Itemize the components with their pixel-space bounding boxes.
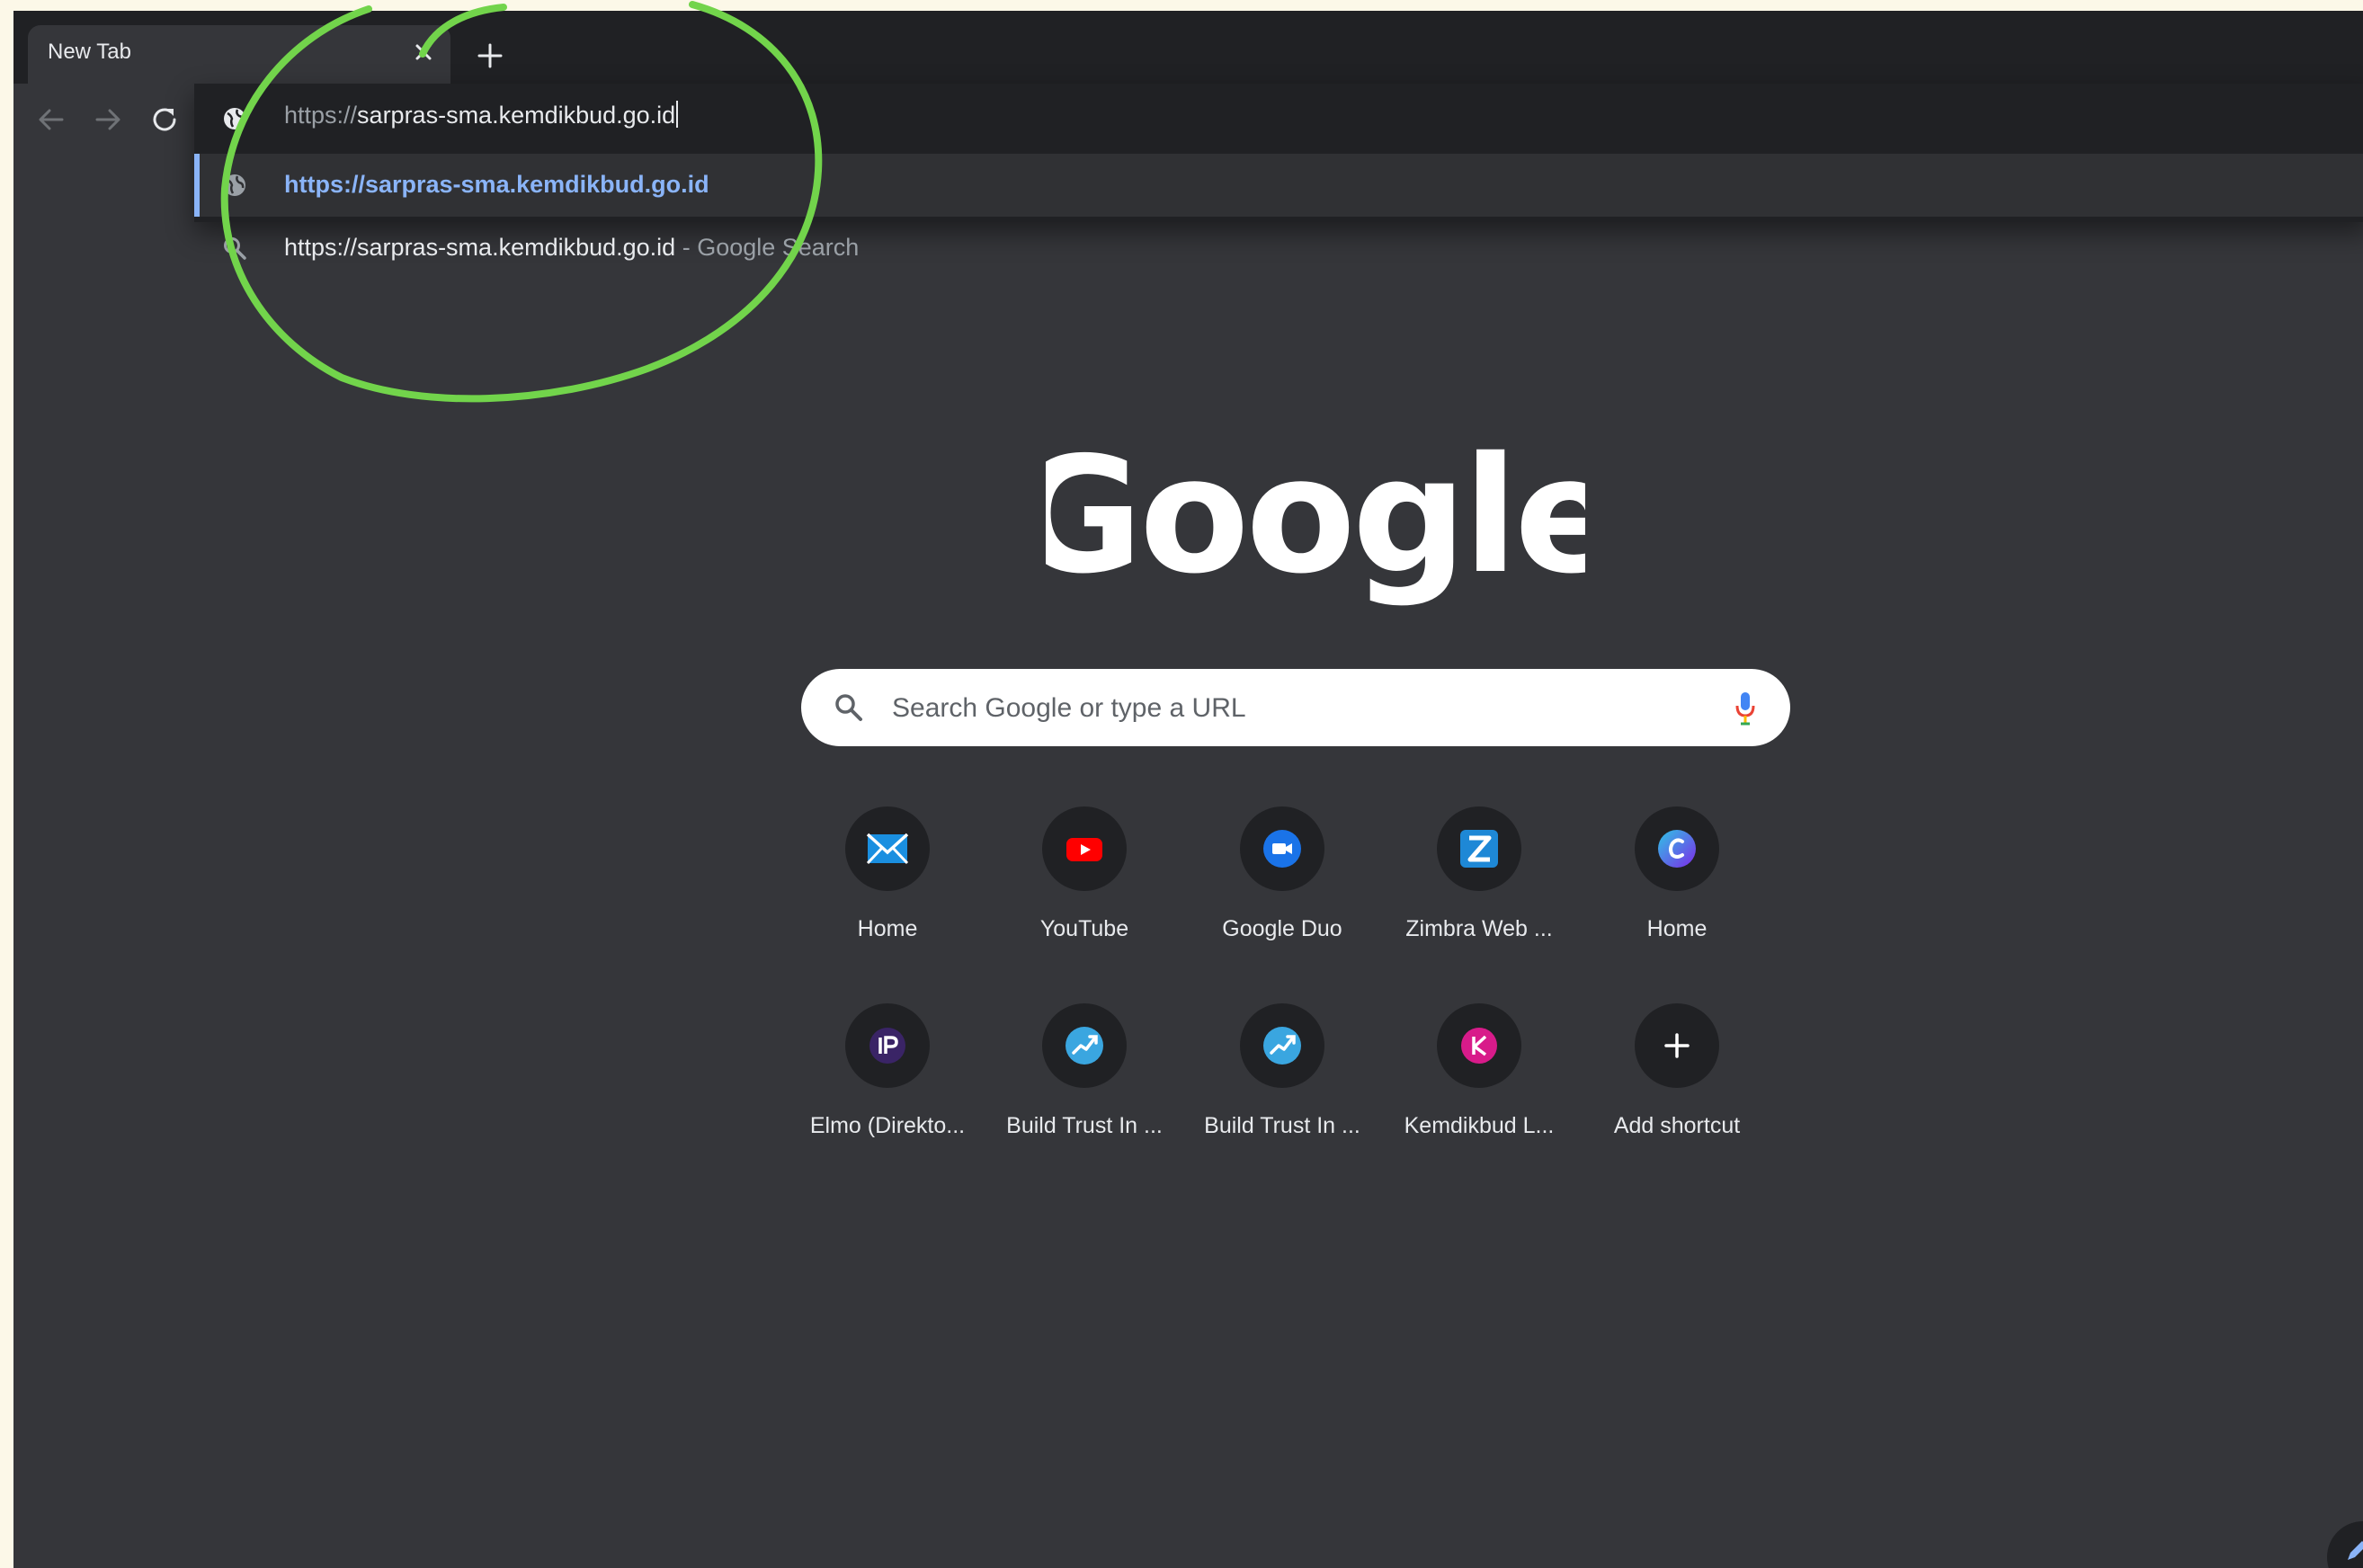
zimbra-icon <box>1460 830 1498 868</box>
shortcut-home[interactable]: Home <box>798 806 977 1004</box>
globe-icon <box>224 174 245 196</box>
shortcut-tile <box>1437 1003 1521 1088</box>
suggestion-url-text: https://sarpras-sma.kemdikbud.go.id <box>284 171 709 198</box>
google-logo: Google <box>1046 438 1585 609</box>
shortcut-build-trust-2[interactable]: Build Trust In ... <box>1192 1003 1372 1201</box>
microphone-icon[interactable] <box>1734 690 1756 726</box>
shortcut-tile <box>1437 806 1521 891</box>
shortcut-google-duo[interactable]: Google Duo <box>1192 806 1372 1004</box>
customize-button[interactable] <box>2327 1521 2363 1568</box>
shortcut-tile <box>1240 1003 1324 1088</box>
url-scheme: https:// <box>284 102 358 129</box>
mail-icon <box>866 833 909 865</box>
browser-window: New Tab https://sarpras-sma.kemdikbud.go… <box>13 11 2363 1568</box>
forward-arrow-icon[interactable] <box>90 102 126 138</box>
shortcut-label: Home <box>1646 916 1708 941</box>
add-shortcut-button[interactable]: Add shortcut <box>1587 1003 1767 1201</box>
selection-indicator <box>194 154 200 217</box>
shortcut-label: Build Trust In ... <box>1006 1113 1163 1138</box>
address-input[interactable]: https://sarpras-sma.kemdikbud.go.id <box>284 101 679 129</box>
close-icon[interactable] <box>409 38 438 67</box>
globe-icon <box>224 108 245 129</box>
shortcut-label: Kemdikbud L... <box>1404 1113 1555 1138</box>
search-box[interactable]: Search Google or type a URL <box>801 669 1790 746</box>
toolbar: https://sarpras-sma.kemdikbud.go.id http… <box>13 84 2363 261</box>
shortcut-tile <box>1240 806 1324 891</box>
shortcut-label: Build Trust In ... <box>1204 1113 1360 1138</box>
search-placeholder: Search Google or type a URL <box>892 693 1246 723</box>
url-host: sarpras-sma.kemdikbud.go.id <box>357 102 676 129</box>
text-caret <box>676 101 679 128</box>
youtube-icon <box>1066 838 1102 861</box>
shortcut-label: Zimbra Web ... <box>1405 916 1553 941</box>
shortcut-tile <box>1635 1003 1719 1088</box>
shortcut-elmo[interactable]: Elmo (Direkto... <box>798 1003 977 1201</box>
shortcut-label: Home <box>857 916 918 941</box>
canva-icon <box>1658 830 1696 868</box>
new-tab-plus-icon[interactable] <box>472 38 508 74</box>
shortcut-tile <box>1042 806 1127 891</box>
search-icon <box>224 237 246 260</box>
suggestion-query: https://sarpras-sma.kemdikbud.go.id <box>284 234 676 261</box>
shortcut-label: YouTube <box>1039 916 1129 941</box>
address-bar[interactable]: https://sarpras-sma.kemdikbud.go.id <box>194 84 2363 154</box>
suggestion-search[interactable]: https://sarpras-sma.kemdikbud.go.id - Go… <box>194 217 2363 280</box>
plus-icon <box>1664 1033 1690 1058</box>
reload-icon[interactable] <box>147 102 183 138</box>
shortcut-tile <box>1635 806 1719 891</box>
duo-icon <box>1263 830 1301 868</box>
tab-title: New Tab <box>48 40 131 64</box>
shortcut-tile <box>845 1003 930 1088</box>
tab-strip: New Tab <box>13 11 2363 84</box>
build-trust-icon <box>1066 1027 1103 1065</box>
shortcut-label: Add shortcut <box>1613 1113 1741 1138</box>
search-icon <box>835 694 862 721</box>
google-logo-text: Google <box>1046 438 1585 609</box>
build-trust-icon <box>1263 1027 1301 1065</box>
shortcut-home-2[interactable]: Home <box>1587 806 1767 1004</box>
suggestion-url[interactable]: https://sarpras-sma.kemdikbud.go.id <box>194 154 2363 217</box>
tab-new-tab[interactable]: New Tab <box>28 25 450 84</box>
suggestion-suffix: - Google Search <box>675 234 860 261</box>
shortcut-label: Elmo (Direkto... <box>809 1113 966 1138</box>
shortcut-youtube[interactable]: YouTube <box>994 806 1174 1004</box>
ip-icon <box>869 1028 905 1064</box>
pencil-icon <box>2348 1541 2363 1560</box>
shortcut-kemdikbud[interactable]: Kemdikbud L... <box>1389 1003 1569 1201</box>
k-icon <box>1461 1028 1497 1064</box>
shortcut-tile <box>1042 1003 1127 1088</box>
omnibox-dropdown: https://sarpras-sma.kemdikbud.go.id http… <box>194 84 2363 261</box>
shortcut-tile <box>845 806 930 891</box>
shortcut-label: Google Duo <box>1222 916 1342 941</box>
suggestion-search-text: https://sarpras-sma.kemdikbud.go.id - Go… <box>284 234 859 262</box>
shortcut-zimbra[interactable]: Zimbra Web ... <box>1389 806 1569 1004</box>
back-arrow-icon[interactable] <box>33 102 69 138</box>
shortcut-build-trust-1[interactable]: Build Trust In ... <box>994 1003 1174 1201</box>
